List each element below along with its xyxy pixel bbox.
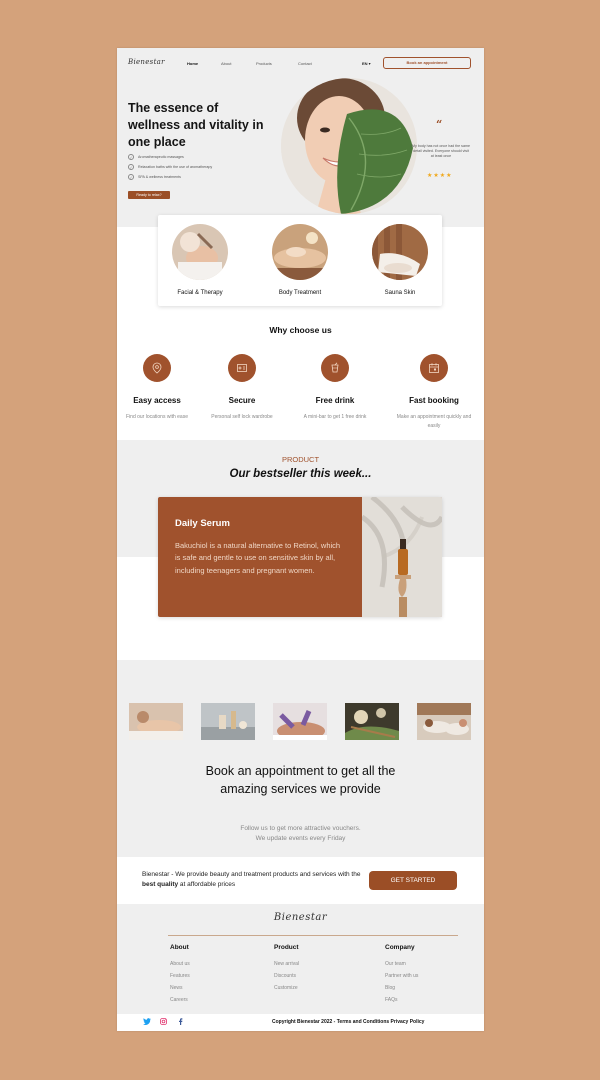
check-label: Aromatherapeutic massages xyxy=(138,155,184,159)
calendar-icon xyxy=(420,354,448,382)
footer-link[interactable]: About us xyxy=(170,961,190,967)
lock-box-icon xyxy=(228,354,256,382)
services-card: Facial & Therapy Body Treatment Sauna Sk… xyxy=(158,215,442,306)
gallery-image-group-spa[interactable] xyxy=(417,703,471,740)
footer-link[interactable]: Features xyxy=(170,973,190,979)
service-label-body[interactable]: Body Treatment xyxy=(255,290,345,296)
feature-title: Free drink xyxy=(315,396,355,405)
nav-home[interactable]: Home xyxy=(187,61,198,66)
product-description: Bakuchiol is a natural alternative to Re… xyxy=(175,541,341,575)
copyright-text[interactable]: Copyright Bienestar 2022 - Terms and Con… xyxy=(272,1019,424,1025)
feature-desc: Find our locations with ease xyxy=(126,414,188,420)
check-label: SPA & wellness treatments xyxy=(138,175,181,179)
promo-text: Bienestar - We provide beauty and treatm… xyxy=(142,870,362,890)
product-card[interactable]: Daily Serum Bakuchiol is a natural alter… xyxy=(158,497,442,617)
feature-title: Fast booking xyxy=(409,396,459,405)
facial-photo xyxy=(172,224,228,280)
feature-desc: Make an appointment quickly and easily xyxy=(396,414,472,429)
serum-bottle-image xyxy=(362,497,442,617)
footer-divider xyxy=(168,935,458,936)
feature-title: Easy access xyxy=(133,396,181,405)
body-treatment-photo xyxy=(272,224,328,280)
footer-link[interactable]: FAQs xyxy=(385,997,398,1003)
product-name: Daily Serum xyxy=(175,518,230,529)
facebook-icon[interactable] xyxy=(178,1018,183,1027)
gallery-image-spa-products[interactable] xyxy=(201,703,255,740)
check-label: Relaxation baths with the use of aromath… xyxy=(138,165,213,169)
sauna-photo xyxy=(372,224,428,280)
check-icon: ✓ xyxy=(128,164,134,170)
sauna-skin-image[interactable] xyxy=(372,224,428,280)
model-with-leaf-illustration xyxy=(281,78,417,214)
rating-stars: ★★★★ xyxy=(427,173,453,179)
twitter-icon[interactable] xyxy=(143,1018,151,1027)
footer-link[interactable]: Our team xyxy=(385,961,406,967)
hero-check-item: ✓ Aromatherapeutic massages xyxy=(128,154,184,160)
check-icon: ✓ xyxy=(128,174,134,180)
nav-about[interactable]: About xyxy=(221,61,231,66)
drink-icon xyxy=(321,354,349,382)
product-kicker: PRODUCT xyxy=(281,455,320,464)
footer-link[interactable]: Discounts xyxy=(274,973,296,979)
footer-link[interactable]: News xyxy=(170,985,183,991)
product-title: Our bestseller this week... xyxy=(229,468,372,480)
nav-contact[interactable]: Contact xyxy=(298,61,312,66)
ready-to-relax-button[interactable]: Ready to relax? xyxy=(128,191,170,199)
location-pin-icon xyxy=(143,354,171,382)
booking-subtitle-line: Follow us to get more attractive voucher… xyxy=(240,825,361,832)
footer-column-title: About xyxy=(170,944,189,951)
body-treatment-image[interactable] xyxy=(272,224,328,280)
promo-text-part: Bienestar - We provide beauty and treatm… xyxy=(142,871,361,878)
facial-therapy-image[interactable] xyxy=(172,224,228,280)
footer-link[interactable]: New arrival xyxy=(274,961,299,967)
check-icon: ✓ xyxy=(128,154,134,160)
nav-products[interactable]: Products xyxy=(256,61,272,66)
why-choose-title: Why choose us xyxy=(269,325,332,335)
brand-logo[interactable]: Bienestar xyxy=(128,58,165,66)
testimonial-text: My body has not once had the same detail… xyxy=(412,144,470,158)
gallery-image-candles[interactable] xyxy=(345,703,399,740)
footer-logo[interactable]: Bienestar xyxy=(117,912,484,923)
hero-check-item: ✓ Relaxation baths with the use of aromat… xyxy=(128,164,212,170)
hero-title: The essence of wellness and vitality in … xyxy=(128,101,264,149)
language-selector[interactable]: EN ▾ xyxy=(362,61,371,66)
footer-link[interactable]: Careers xyxy=(170,997,188,1003)
service-label-sauna[interactable]: Sauna Skin xyxy=(355,290,445,296)
instagram-icon[interactable] xyxy=(160,1018,167,1027)
footer-column-title: Product xyxy=(274,944,299,951)
promo-text-part: at affordable prices xyxy=(178,881,236,888)
feature-title: Secure xyxy=(228,396,256,405)
footer-link[interactable]: Partner with us xyxy=(385,973,418,979)
book-appointment-button[interactable]: Book an appointment xyxy=(383,57,471,69)
service-label-facial[interactable]: Facial & Therapy xyxy=(155,290,245,296)
feature-desc: Personal self lock wardrobe xyxy=(211,414,273,420)
booking-subtitle-line: We update events every Friday xyxy=(255,835,346,842)
quote-icon: “ xyxy=(436,118,443,131)
footer-link[interactable]: Blog xyxy=(385,985,395,991)
gallery-image-massage[interactable] xyxy=(129,703,183,740)
booking-subtitle: Follow us to get more attractive voucher… xyxy=(187,824,414,844)
get-started-button[interactable]: GET STARTED xyxy=(369,871,457,890)
footer-column-title: Company xyxy=(385,944,415,951)
hero-model-image xyxy=(281,78,417,214)
footer-link[interactable]: Customize xyxy=(274,985,298,991)
feature-desc: A mini-bar to get 1 free drink xyxy=(303,414,367,420)
hero-check-item: ✓ SPA & wellness treatments xyxy=(128,174,181,180)
gallery-image-back-massage[interactable] xyxy=(273,703,327,740)
landing-page: Bienestar Home About Products Contact EN… xyxy=(117,48,484,1031)
promo-text-bold: best quality xyxy=(142,881,179,888)
serum-photo xyxy=(362,497,442,617)
booking-title: Book an appointment to get all the amazi… xyxy=(205,764,396,796)
